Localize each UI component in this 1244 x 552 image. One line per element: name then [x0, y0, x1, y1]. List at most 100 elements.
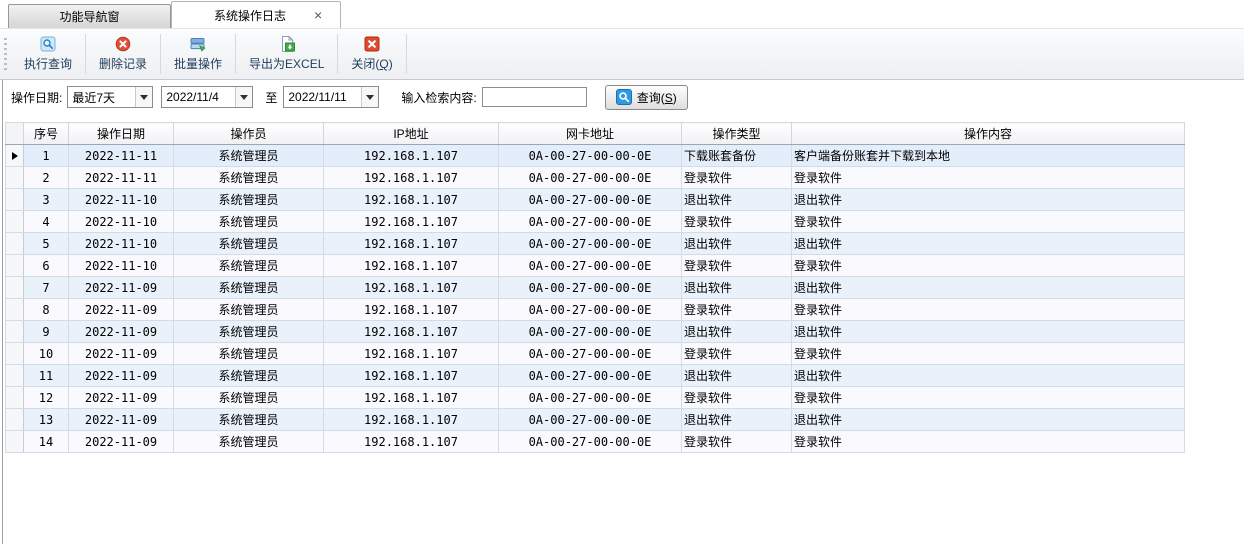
cell-operator: 系统管理员: [174, 299, 324, 321]
column-header[interactable]: 序号: [24, 123, 69, 145]
chevron-down-icon: [140, 95, 148, 100]
cell-mac: 0A-00-27-00-00-0E: [499, 431, 682, 453]
export-excel-button[interactable]: 导出为EXCEL: [237, 29, 336, 79]
cell-operator: 系统管理员: [174, 167, 324, 189]
cell-no: 14: [24, 431, 69, 453]
button-label: 删除记录: [99, 55, 147, 72]
table-row[interactable]: 22022-11-11系统管理员192.168.1.1070A-00-27-00…: [6, 167, 1185, 189]
cell-content: 登录软件: [792, 255, 1185, 277]
row-selector[interactable]: [6, 233, 24, 255]
query-button[interactable]: 查询(S): [605, 85, 688, 110]
cell-no: 6: [24, 255, 69, 277]
cell-no: 13: [24, 409, 69, 431]
column-header[interactable]: 网卡地址: [499, 123, 682, 145]
date-from-value: 2022/11/4: [162, 90, 235, 104]
cell-content: 登录软件: [792, 299, 1185, 321]
table-row[interactable]: 92022-11-09系统管理员192.168.1.1070A-00-27-00…: [6, 321, 1185, 343]
table-row[interactable]: 102022-11-09系统管理员192.168.1.1070A-00-27-0…: [6, 343, 1185, 365]
cell-operator: 系统管理员: [174, 255, 324, 277]
cell-type: 登录软件: [682, 343, 792, 365]
column-header[interactable]: IP地址: [324, 123, 499, 145]
table-row[interactable]: 62022-11-10系统管理员192.168.1.1070A-00-27-00…: [6, 255, 1185, 277]
column-header[interactable]: 操作内容: [792, 123, 1185, 145]
cell-date: 2022-11-09: [69, 343, 174, 365]
operation-date-label: 操作日期:: [11, 89, 62, 106]
tab-close-icon[interactable]: ×: [314, 8, 340, 22]
table-row[interactable]: 32022-11-10系统管理员192.168.1.1070A-00-27-00…: [6, 189, 1185, 211]
dropdown-arrow-button[interactable]: [361, 87, 378, 107]
cell-mac: 0A-00-27-00-00-0E: [499, 277, 682, 299]
table-row[interactable]: 42022-11-10系统管理员192.168.1.1070A-00-27-00…: [6, 211, 1185, 233]
execute-query-button[interactable]: 执行查询: [12, 29, 84, 79]
delete-record-button[interactable]: 删除记录: [87, 29, 159, 79]
cell-content: 登录软件: [792, 343, 1185, 365]
cell-no: 4: [24, 211, 69, 233]
cell-date: 2022-11-10: [69, 211, 174, 233]
table-row[interactable]: 82022-11-09系统管理员192.168.1.1070A-00-27-00…: [6, 299, 1185, 321]
table-row[interactable]: 122022-11-09系统管理员192.168.1.1070A-00-27-0…: [6, 387, 1185, 409]
cell-mac: 0A-00-27-00-00-0E: [499, 365, 682, 387]
current-row-arrow-icon: [12, 152, 18, 160]
row-selector[interactable]: [6, 387, 24, 409]
table-row[interactable]: 112022-11-09系统管理员192.168.1.1070A-00-27-0…: [6, 365, 1185, 387]
cell-type: 登录软件: [682, 299, 792, 321]
batch-icon: [190, 36, 206, 52]
cell-no: 1: [24, 145, 69, 167]
to-label: 至: [265, 89, 277, 106]
column-header[interactable]: 操作员: [174, 123, 324, 145]
toolbar-grip-handle[interactable]: [4, 38, 7, 70]
search-icon: [40, 36, 56, 52]
table-row[interactable]: 72022-11-09系统管理员192.168.1.1070A-00-27-00…: [6, 277, 1185, 299]
date-preset-dropdown[interactable]: 最近7天: [67, 86, 153, 108]
date-from-picker[interactable]: 2022/11/4: [161, 86, 253, 108]
dropdown-arrow-button[interactable]: [135, 87, 152, 107]
table-row[interactable]: 52022-11-10系统管理员192.168.1.1070A-00-27-00…: [6, 233, 1185, 255]
row-selector[interactable]: [6, 145, 24, 167]
table-row[interactable]: 142022-11-09系统管理员192.168.1.1070A-00-27-0…: [6, 431, 1185, 453]
cell-operator: 系统管理员: [174, 211, 324, 233]
row-selector[interactable]: [6, 189, 24, 211]
row-selector[interactable]: [6, 321, 24, 343]
table-row[interactable]: 12022-11-11系统管理员192.168.1.1070A-00-27-00…: [6, 145, 1185, 167]
row-selector[interactable]: [6, 255, 24, 277]
cell-ip: 192.168.1.107: [324, 255, 499, 277]
row-selector[interactable]: [6, 431, 24, 453]
cell-ip: 192.168.1.107: [324, 343, 499, 365]
row-selector[interactable]: [6, 277, 24, 299]
cell-ip: 192.168.1.107: [324, 145, 499, 167]
batch-operation-button[interactable]: 批量操作: [162, 29, 234, 79]
tab-system-operation-log[interactable]: 系统操作日志 ×: [171, 1, 341, 28]
operation-log-grid: 序号操作日期操作员IP地址网卡地址操作类型操作内容 12022-11-11系统管…: [5, 122, 1244, 453]
search-input[interactable]: [482, 87, 587, 107]
row-selector[interactable]: [6, 167, 24, 189]
close-button[interactable]: 关闭(Q): [339, 29, 404, 79]
cell-ip: 192.168.1.107: [324, 167, 499, 189]
row-selector[interactable]: [6, 211, 24, 233]
row-selector[interactable]: [6, 343, 24, 365]
log-panel: 操作日期: 最近7天 2022/11/4 至 2022/11/11 输入检索内容…: [2, 80, 1244, 544]
header-row-selector: [6, 123, 24, 145]
cell-operator: 系统管理员: [174, 145, 324, 167]
column-header[interactable]: 操作类型: [682, 123, 792, 145]
button-label: 关闭(Q): [351, 55, 392, 72]
date-to-picker[interactable]: 2022/11/11: [283, 86, 379, 108]
table-row[interactable]: 132022-11-09系统管理员192.168.1.1070A-00-27-0…: [6, 409, 1185, 431]
cell-mac: 0A-00-27-00-00-0E: [499, 255, 682, 277]
delete-icon: [115, 36, 131, 52]
cell-ip: 192.168.1.107: [324, 431, 499, 453]
row-selector[interactable]: [6, 409, 24, 431]
cell-operator: 系统管理员: [174, 365, 324, 387]
toolbar-separator: [406, 34, 407, 74]
cell-date: 2022-11-09: [69, 299, 174, 321]
dropdown-arrow-button[interactable]: [235, 87, 252, 107]
cell-operator: 系统管理员: [174, 233, 324, 255]
column-header[interactable]: 操作日期: [69, 123, 174, 145]
cell-type: 退出软件: [682, 409, 792, 431]
cell-ip: 192.168.1.107: [324, 211, 499, 233]
tab-function-navigation[interactable]: 功能导航窗: [8, 4, 171, 28]
row-selector[interactable]: [6, 365, 24, 387]
filter-bar: 操作日期: 最近7天 2022/11/4 至 2022/11/11 输入检索内容…: [3, 80, 1244, 114]
cell-type: 登录软件: [682, 255, 792, 277]
row-selector[interactable]: [6, 299, 24, 321]
table-header-row: 序号操作日期操作员IP地址网卡地址操作类型操作内容: [6, 123, 1185, 145]
